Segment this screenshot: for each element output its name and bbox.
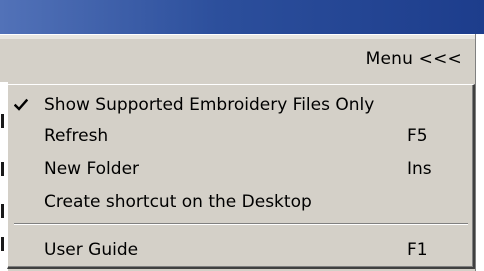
check-icon [14, 98, 28, 111]
menu-item-new-folder[interactable]: New Folder Ins [8, 153, 472, 185]
left-panel-mark [1, 162, 4, 176]
menu-item-shortcut: Ins [407, 159, 432, 179]
menu-item-shortcut: F1 [407, 240, 428, 260]
menu-separator [14, 223, 468, 225]
menu-item-show-supported-files[interactable]: Show Supported Embroidery Files Only [8, 89, 472, 121]
menu-toggle-button[interactable]: Menu <<< [366, 49, 462, 69]
left-panel-mark [1, 204, 4, 218]
menu-item-label: New Folder [44, 159, 140, 179]
toolbar: Menu <<< [0, 39, 474, 81]
menu-item-label: Create shortcut on the Desktop [44, 192, 312, 212]
window-titlebar[interactable] [0, 0, 484, 34]
menu-item-user-guide[interactable]: User Guide F1 [8, 234, 472, 266]
menu-item-shortcut: F5 [407, 126, 428, 146]
menu-item-refresh[interactable]: Refresh F5 [8, 120, 472, 152]
menu-item-create-shortcut[interactable]: Create shortcut on the Desktop [8, 186, 472, 218]
window-right-edge [475, 34, 484, 271]
context-menu: Show Supported Embroidery Files Only Ref… [7, 84, 475, 269]
left-panel-mark [1, 114, 4, 128]
left-panel-mark [1, 237, 4, 251]
menu-item-label: Show Supported Embroidery Files Only [44, 95, 375, 115]
menu-item-label: User Guide [44, 240, 139, 260]
menu-item-label: Refresh [44, 126, 109, 146]
